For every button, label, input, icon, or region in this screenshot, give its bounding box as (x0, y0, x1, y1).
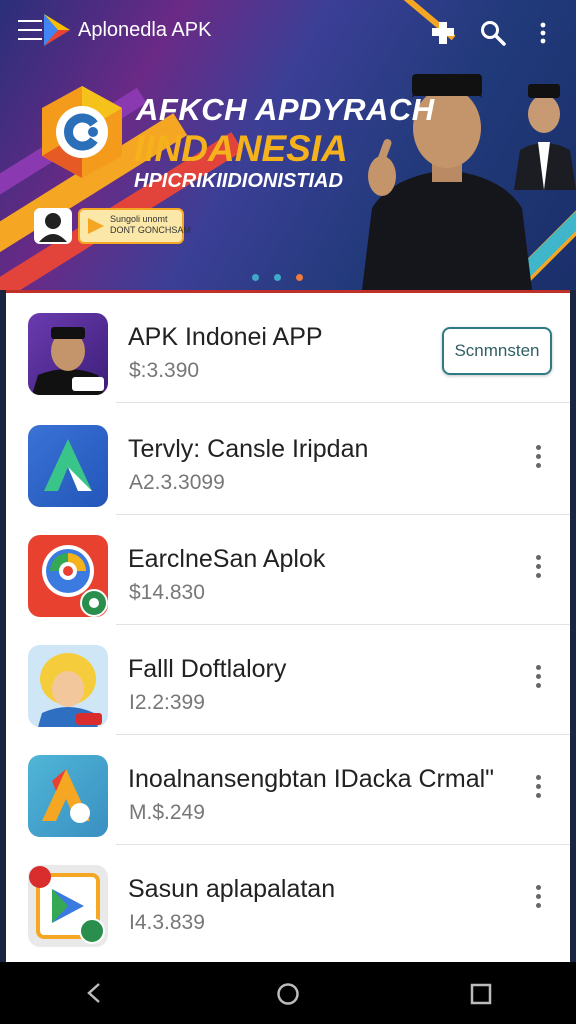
play-triangle-logo-icon (44, 14, 70, 46)
list-item[interactable]: EarclneSan Aplok $14.830 (6, 515, 570, 625)
list-item[interactable]: APK Indonei APP $:3.390 Scnmnsten (6, 293, 570, 403)
back-icon[interactable] (84, 982, 106, 1004)
system-nav-bar (0, 962, 576, 1024)
carousel-dot[interactable] (252, 274, 259, 281)
app-title: Tervly: Cansle Iripdan (128, 435, 369, 463)
cross-icon[interactable] (430, 20, 456, 46)
app-title: Falll Doftlalory (128, 655, 287, 683)
list-item[interactable]: Inoalnansengbtan IDacka Crmal" M.$.249 (6, 735, 570, 845)
overflow-menu-icon[interactable] (530, 20, 556, 46)
person-silhouette-icon (39, 213, 67, 242)
red-map-pin-icon (28, 535, 108, 617)
banner-info-badge: Sungoli unomt DONT GONCHSAM (78, 208, 191, 244)
overflow-menu-icon[interactable] (534, 555, 542, 585)
app-price: A2.3.3099 (129, 471, 225, 494)
app-title: EarclneSan Aplok (128, 545, 326, 573)
overflow-menu-icon[interactable] (534, 885, 542, 915)
app-list: APK Indonei APP $:3.390 Scnmnsten Tervly… (6, 290, 570, 965)
banner-headline: AFKCH APDYRACH (136, 92, 435, 127)
row-divider (116, 402, 570, 403)
app-price: I2.2:399 (129, 691, 205, 714)
banner-badge-text: Sungoli unomt DONT GONCHSAM (110, 214, 191, 235)
person-avatar-icon (28, 313, 108, 395)
overflow-menu-icon[interactable] (534, 775, 542, 805)
banner-tagline: HPICRIKIIDIONISTIAD (134, 170, 343, 192)
play-arrow-icon (88, 218, 104, 234)
banner-subheadline: IINDANESIA (134, 128, 348, 169)
banner-hexagon-logo-icon (42, 86, 122, 178)
carousel-dot[interactable] (274, 274, 281, 281)
home-icon[interactable] (276, 982, 300, 1006)
promo-banner[interactable]: AFKCH APDYRACH IINDANESIA HPICRIKIIDIONI… (0, 0, 576, 290)
app-title: Inoalnansengbtan IDacka Crmal" (128, 765, 495, 793)
play-store-icon (28, 865, 108, 947)
blue-a-logo-icon (28, 425, 108, 507)
overflow-menu-icon[interactable] (534, 445, 542, 475)
list-item[interactable]: Sasun aplapalatan I4.3.839 (6, 845, 570, 955)
app-price: I4.3.839 (129, 911, 205, 934)
recents-icon[interactable] (470, 983, 492, 1005)
carousel-dot-active[interactable] (296, 274, 303, 281)
app-price: $14.830 (129, 581, 205, 604)
action-button[interactable]: Scnmnsten (442, 327, 552, 375)
list-item[interactable]: Tervly: Cansle Iripdan A2.3.3099 (6, 405, 570, 515)
app-price: $:3.390 (129, 359, 200, 382)
app-title: Sasun aplapalatan (128, 875, 336, 903)
teal-a-logo-icon (28, 755, 108, 837)
overflow-menu-icon[interactable] (534, 665, 542, 695)
banner-avatar-badge (34, 208, 72, 244)
app-price: M.$.249 (129, 801, 205, 824)
banner-second-person-image (514, 84, 576, 190)
cartoon-avatar-icon (28, 645, 108, 727)
app-title: APK Indonei APP (128, 323, 323, 351)
carousel-indicator[interactable] (252, 268, 318, 286)
app-bar: Aplonedla APK (0, 0, 576, 64)
list-item[interactable]: Falll Doftlalory I2.2:399 (6, 625, 570, 735)
app-title: Aplonedla APK (78, 19, 212, 41)
hamburger-menu-icon[interactable] (18, 20, 42, 42)
search-icon[interactable] (480, 20, 506, 46)
